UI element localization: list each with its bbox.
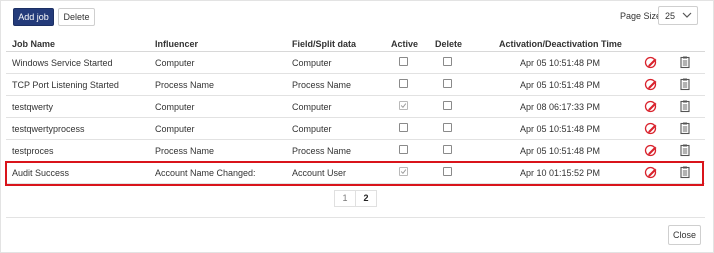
time-cell: Apr 08 06:17:33 PM: [520, 102, 601, 112]
footer-divider: [6, 217, 705, 218]
clipboard-icon[interactable]: [678, 99, 692, 113]
time-cell: Apr 05 10:51:48 PM: [520, 58, 601, 68]
active-checkbox[interactable]: [399, 79, 408, 88]
influencer-cell: Process Name: [155, 80, 215, 90]
column-header-influencer: Influencer: [155, 39, 199, 49]
page-size-select[interactable]: 25: [658, 6, 698, 25]
delete-checkbox[interactable]: [443, 79, 452, 88]
active-checkbox[interactable]: [399, 101, 408, 110]
delete-button[interactable]: Delete: [58, 8, 95, 26]
table-row: Windows Service Started Computer Computer A…: [6, 52, 705, 74]
column-header-job-name: Job Name: [12, 39, 56, 49]
highlight-box: [5, 161, 704, 186]
time-cell: Apr 05 10:51:48 PM: [520, 80, 601, 90]
edit-icon[interactable]: [644, 55, 658, 69]
influencer-cell: Computer: [155, 102, 195, 112]
delete-checkbox[interactable]: [443, 145, 452, 154]
job-name-cell: TCP Port Listening Started: [12, 80, 119, 90]
clipboard-icon[interactable]: [678, 143, 692, 157]
delete-checkbox[interactable]: [443, 123, 452, 132]
clipboard-icon[interactable]: [678, 55, 692, 69]
field-cell: Computer: [292, 58, 332, 68]
column-header-active: Active: [391, 39, 419, 49]
active-checkbox[interactable]: [399, 123, 408, 132]
page-button-1[interactable]: 1: [334, 190, 356, 207]
edit-icon[interactable]: [644, 143, 658, 157]
delete-checkbox[interactable]: [443, 101, 452, 110]
field-cell: Process Name: [292, 146, 352, 156]
field-cell: Computer: [292, 124, 332, 134]
column-header-delete: Delete: [435, 39, 463, 49]
page-size-label: Page Size: [620, 11, 662, 21]
influencer-cell: Computer: [155, 124, 195, 134]
edit-icon[interactable]: [644, 77, 658, 91]
chevron-down-icon: [682, 12, 692, 18]
close-button[interactable]: Close: [668, 225, 701, 245]
edit-icon[interactable]: [644, 99, 658, 113]
column-header-time: Activation/Deactivation Time: [499, 39, 622, 49]
clipboard-icon[interactable]: [678, 121, 692, 135]
time-cell: Apr 05 10:51:48 PM: [520, 124, 601, 134]
add-job-button[interactable]: Add job: [13, 8, 54, 26]
clipboard-icon[interactable]: [678, 77, 692, 91]
page-size-value: 25: [665, 11, 676, 21]
time-cell: Apr 05 10:51:48 PM: [520, 146, 601, 156]
job-name-cell: Windows Service Started: [12, 58, 113, 68]
edit-icon[interactable]: [644, 121, 658, 135]
job-name-cell: testqwertyprocess: [12, 124, 85, 134]
table-row: testqwertyprocess Computer Computer Apr 05 …: [6, 118, 705, 140]
column-header-field: Field/Split data: [292, 39, 357, 49]
job-name-cell: testqwerty: [12, 102, 54, 112]
table-row: testproces Process Name Process Name Apr 05…: [6, 140, 705, 162]
page-button-2[interactable]: 2: [355, 190, 377, 207]
influencer-cell: Process Name: [155, 146, 215, 156]
job-name-cell: testproces: [12, 146, 54, 156]
active-checkbox[interactable]: [399, 145, 408, 154]
active-checkbox[interactable]: [399, 57, 408, 66]
field-cell: Computer: [292, 102, 332, 112]
influencer-cell: Computer: [155, 58, 195, 68]
table-row: TCP Port Listening Started Process Name Pr…: [6, 74, 705, 96]
field-cell: Process Name: [292, 80, 352, 90]
table-row: testqwerty Computer Computer Apr 08 06:17:3…: [6, 96, 705, 118]
delete-checkbox[interactable]: [443, 57, 452, 66]
